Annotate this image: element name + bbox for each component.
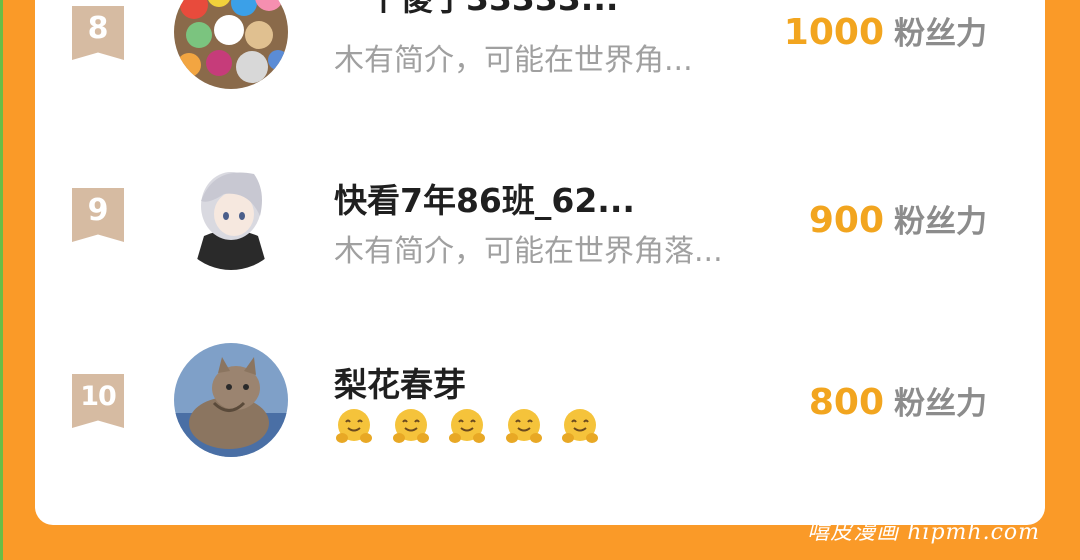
ranking-row-8[interactable]: 8 一个傻子33333... 木有简介，可能在世界角... 1000 粉丝力 xyxy=(35,0,1045,110)
user-name[interactable]: 梨花春芽 xyxy=(334,358,466,406)
hugging-face-emoji-icon xyxy=(449,409,486,443)
fan-power-score: 900 粉丝力 xyxy=(809,196,987,241)
hugging-face-emoji-icon xyxy=(336,409,372,443)
left-edge-line xyxy=(0,0,3,560)
anime-boy-avatar-image xyxy=(174,156,288,270)
user-avatar[interactable] xyxy=(174,343,288,457)
user-avatar[interactable] xyxy=(174,0,288,89)
watermark-text: 嘻皮漫画 hipmh.com xyxy=(807,520,1040,545)
hugging-face-emoji-icon xyxy=(505,409,542,443)
user-bio: 木有简介，可能在世界角落... xyxy=(334,234,723,269)
user-name[interactable]: 快看7年86班_62... xyxy=(334,174,635,222)
score-value: 800 xyxy=(808,382,884,423)
score-unit: 粉丝力 xyxy=(894,16,987,52)
rank-badge: 9 xyxy=(72,188,124,242)
plush-toys-avatar-image xyxy=(174,0,288,89)
ranking-row-9[interactable]: 9 快看7年86班_62... 木有简介，可能在世界角落... 900 粉丝力 xyxy=(35,144,1045,294)
user-bio: 木有简介，可能在世界角... xyxy=(334,43,693,78)
score-value: 1000 xyxy=(783,12,884,53)
fan-power-score: 1000 粉丝力 xyxy=(784,8,987,53)
score-value: 900 xyxy=(808,200,884,241)
cat-avatar-image xyxy=(174,343,288,457)
ranking-row-10[interactable]: 10 梨花春芽 800 粉丝力 xyxy=(35,330,1045,480)
rank-badge: 8 xyxy=(72,6,124,60)
score-unit: 粉丝力 xyxy=(894,386,987,422)
hugging-face-emoji-icon xyxy=(392,409,429,443)
rank-badge: 10 xyxy=(72,374,124,428)
user-bio-emojis xyxy=(334,406,607,446)
score-unit: 粉丝力 xyxy=(894,204,987,240)
user-avatar[interactable] xyxy=(174,156,288,270)
hugging-face-emoji-icon xyxy=(562,409,599,443)
fan-power-score: 800 粉丝力 xyxy=(809,378,987,423)
user-name[interactable]: 一个傻子33333... xyxy=(334,0,618,20)
